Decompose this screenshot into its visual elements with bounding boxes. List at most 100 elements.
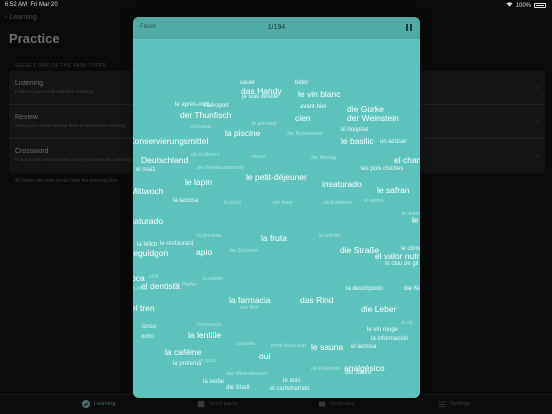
word-item[interactable]: cien <box>295 114 311 123</box>
word-item[interactable]: por favor <box>273 201 293 206</box>
word-item[interactable]: saturado <box>133 217 163 226</box>
word-item[interactable]: die Erdbeere <box>323 201 352 206</box>
word-item[interactable]: die Petersilie <box>311 367 340 372</box>
back-button[interactable]: ‹ Learning <box>5 14 37 21</box>
word-item[interactable]: der Buchweizen <box>287 132 323 137</box>
word-item[interactable]: la piscine <box>225 129 260 138</box>
word-item[interactable]: oui <box>259 352 270 361</box>
word-item[interactable]: Konservierungsmittel <box>133 137 208 146</box>
word-item[interactable]: die Straße <box>340 246 379 255</box>
chevron-right-icon: › <box>536 83 539 92</box>
word-item[interactable]: das Mineralwasser <box>226 372 268 377</box>
word-item[interactable]: le safran <box>377 186 410 195</box>
word-item[interactable]: die Erdbeere <box>191 153 220 158</box>
word-item[interactable]: bitter <box>295 80 308 86</box>
word-item[interactable]: apio <box>196 248 212 257</box>
pause-icon[interactable] <box>406 24 412 31</box>
book-icon <box>197 400 205 408</box>
word-item[interactable]: el carbohidrato <box>270 386 310 392</box>
word-item[interactable]: la pizza <box>224 201 241 206</box>
word-item[interactable]: la salade <box>203 277 223 282</box>
word-item[interactable]: el amor <box>133 287 148 292</box>
word-item[interactable]: la farmacia <box>229 296 271 305</box>
word-item[interactable]: das Rind <box>300 296 334 305</box>
word-item[interactable]: die Na <box>404 286 420 292</box>
word-item[interactable]: le riz <box>402 321 413 326</box>
practice-modal: Finish 1/194 sauer bitter das Handy je suis… <box>133 17 420 398</box>
word-item[interactable]: die Stadt <box>226 385 250 391</box>
tab-word-packs[interactable]: Word packs <box>197 400 238 408</box>
word-item[interactable]: der Weinstein <box>347 114 399 123</box>
word-item[interactable]: el lactosa <box>351 344 376 350</box>
word-item[interactable]: un azúcar <box>380 139 406 145</box>
word-item[interactable]: le épi <box>412 216 420 225</box>
word-item[interactable]: le vin blanc <box>298 90 341 99</box>
dictionary-icon <box>318 400 326 408</box>
word-item[interactable]: das Brot <box>240 306 259 311</box>
tab-dictionary[interactable]: Dictionary <box>318 400 354 408</box>
word-item[interactable]: la información <box>371 336 408 342</box>
word-item[interactable]: la pasta <box>237 342 255 347</box>
tab-learning[interactable]: Learning <box>82 400 115 408</box>
word-item[interactable]: le ventre <box>364 199 383 204</box>
word-item[interactable]: la lactosa <box>173 198 198 204</box>
word-item[interactable]: l'aéroport <box>204 103 229 109</box>
word-item[interactable]: le basilic <box>341 137 374 146</box>
battery-icon <box>534 3 546 8</box>
word-item[interactable]: je suis désolé <box>242 94 278 100</box>
word-item[interactable]: la cebolla <box>319 234 340 239</box>
word-item[interactable]: la mostaza <box>197 323 221 328</box>
word-item[interactable]: die Leber <box>361 305 396 314</box>
word-item[interactable]: der Pfeffer <box>173 283 196 288</box>
word-item[interactable]: el champiñón <box>394 156 420 165</box>
word-item[interactable]: el maíz <box>136 167 155 173</box>
word-item[interactable]: el hospital <box>341 127 368 133</box>
word-item[interactable]: Mittwoch <box>133 187 164 196</box>
word-item[interactable]: le sauna <box>311 343 343 352</box>
word-item[interactable]: les pois chiches <box>361 166 403 172</box>
tab-settings[interactable]: Settings <box>438 400 470 408</box>
battery-percent: 100% <box>515 2 531 9</box>
word-item[interactable]: el agua <box>199 359 215 364</box>
modal-header: Finish 1/194 <box>133 17 420 39</box>
page-title: Practice <box>9 31 60 46</box>
sliders-icon <box>438 400 446 408</box>
word-item[interactable]: mord beaucoup <box>271 344 306 349</box>
word-item[interactable]: der Thunfisch <box>180 111 231 120</box>
word-item[interactable]: der Montag <box>311 156 336 161</box>
word-item[interactable]: ocho <box>141 334 154 340</box>
word-item[interactable]: le vin rouge <box>367 327 398 333</box>
word-item[interactable]: seguidgon <box>133 249 168 258</box>
word-item[interactable]: el tren <box>133 304 155 313</box>
word-item[interactable]: cinco <box>142 324 156 330</box>
word-item[interactable]: marzo <box>252 155 266 160</box>
word-item[interactable]: die Weintraubensorte <box>197 166 244 171</box>
word-item[interactable]: le restaurant <box>160 241 193 247</box>
word-item[interactable]: la fruta <box>261 234 287 243</box>
back-label: Learning <box>9 14 37 21</box>
wifi-icon <box>506 2 513 9</box>
word-item[interactable]: el bosque <box>190 125 212 130</box>
word-item[interactable]: la proteína <box>173 361 201 367</box>
tab-label: Dictionary <box>330 401 355 407</box>
word-item[interactable]: der Schinken <box>229 249 258 254</box>
tab-label: Word packs <box>209 401 238 407</box>
word-item[interactable]: insaturado <box>322 180 362 189</box>
word-item[interactable]: el valor nutr <box>375 252 419 261</box>
word-item[interactable]: der Saure <box>345 370 371 376</box>
word-item[interactable]: avant-hier <box>300 104 327 110</box>
word-item[interactable]: la sortie <box>203 379 224 385</box>
word-item[interactable]: la lentille <box>188 331 221 340</box>
tab-label: Settings <box>450 401 470 407</box>
word-item[interactable]: le petit-déjeuner <box>246 173 307 182</box>
word-item[interactable]: Deutschland <box>141 156 188 165</box>
word-item[interactable]: la caféine <box>165 348 201 357</box>
chevron-right-icon: › <box>536 117 539 126</box>
word-item[interactable]: la pimienta <box>197 234 221 239</box>
word-item[interactable]: la descripción <box>346 286 383 292</box>
word-item[interactable]: le artichaut <box>252 122 276 127</box>
word-item[interactable]: el té <box>149 275 158 280</box>
word-item[interactable]: le clou de gir <box>385 261 419 267</box>
word-item[interactable]: le anis <box>283 378 300 384</box>
word-item[interactable]: le lapin <box>185 178 212 187</box>
